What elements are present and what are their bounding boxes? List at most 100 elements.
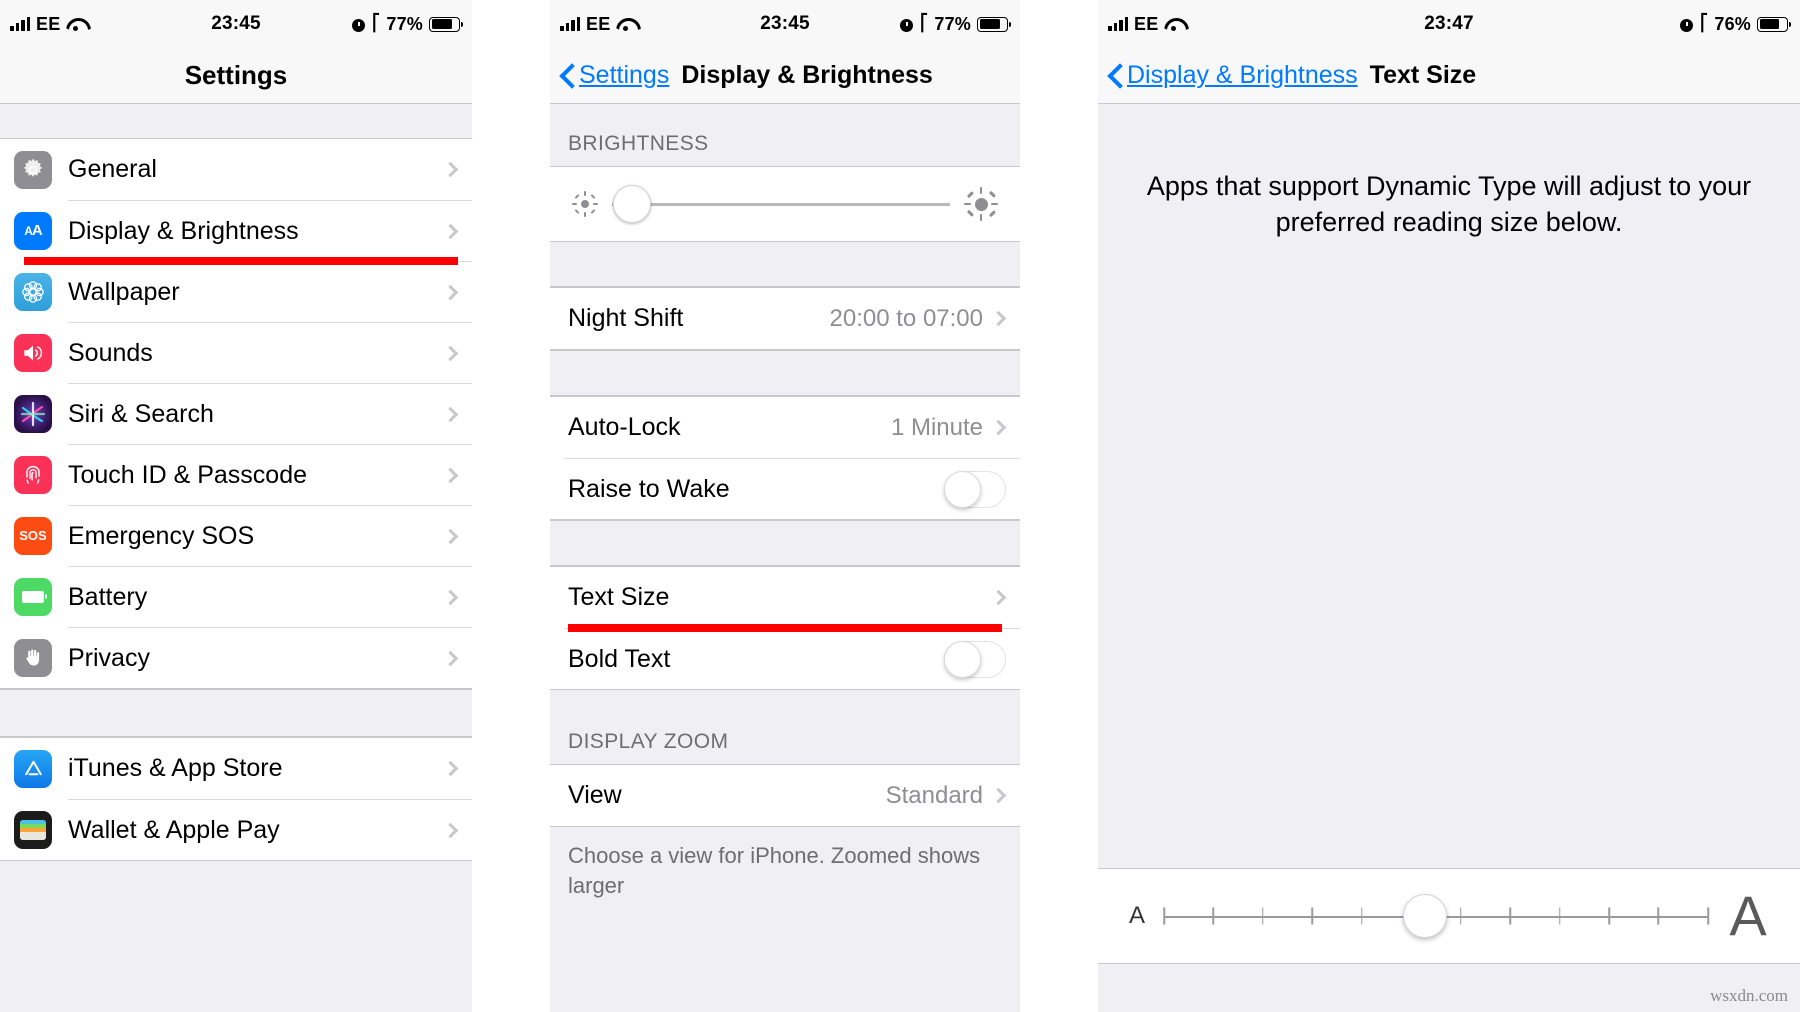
battery-icon (429, 16, 463, 32)
carrier-label: EE (36, 13, 61, 34)
chevron-right-icon (442, 528, 459, 544)
sun-dim-icon (572, 191, 598, 217)
chevron-right-icon (442, 345, 459, 361)
sidebar-item-battery[interactable]: Battery (0, 566, 472, 627)
fingerprint-icon (14, 455, 52, 494)
sidebar-item-label: Wallpaper (68, 277, 180, 306)
row-night-shift[interactable]: Night Shift 20:00 to 07:00 (550, 288, 1020, 349)
status-bar-panel1: EE 23:45 ⎡ 77% (0, 0, 472, 48)
settings-list[interactable]: General AA Display & Brightness Wallpape… (0, 104, 472, 1012)
section-footer-display-zoom: Choose a view for iPhone. Zoomed shows l… (550, 827, 1020, 901)
slider-tick (1459, 907, 1462, 925)
row-content: Wallet & Apple Pay (68, 799, 472, 860)
bluetooth-icon: ⎡ (372, 15, 381, 32)
back-button-settings[interactable]: Settings (560, 61, 669, 90)
back-button-display-brightness[interactable]: Display & Brightness (1108, 61, 1358, 90)
sidebar-item-label: Wallet & Apple Pay (68, 815, 280, 844)
sidebar-item-sounds[interactable]: Sounds (0, 322, 472, 383)
brightness-slider-track[interactable] (612, 185, 950, 223)
row-content: Auto-Lock 1 Minute (564, 397, 1020, 458)
row-bold-text[interactable]: Bold Text (550, 628, 1020, 689)
hand-icon (14, 638, 52, 677)
sidebar-item-display-brightness[interactable]: AA Display & Brightness (0, 200, 472, 265)
raise-to-wake-toggle[interactable] (944, 470, 1006, 508)
panel-display-brightness: EE 23:45 ⎡ 77% Settings Display & Bright… (550, 0, 1020, 1012)
panel-settings: EE 23:45 ⎡ 77% Settings General A A Disp… (0, 0, 472, 1012)
alarm-clock-icon (899, 17, 914, 32)
bluetooth-icon: ⎡ (920, 15, 929, 32)
alarm-clock-icon (1679, 17, 1694, 32)
display-brightness-list[interactable]: BRIGHTNESS Night Shift 20:00 to 07:00 Au… (550, 104, 1020, 1012)
status-left-group: EE (1108, 14, 1183, 35)
row-content: Night Shift 20:00 to 07:00 (564, 288, 1020, 349)
page-title: Display & Brightness (681, 61, 933, 89)
text-group: Text Size Bold Text (550, 566, 1020, 690)
row-value: Standard (885, 781, 983, 809)
slider-tick (1361, 907, 1363, 925)
row-content: General (68, 139, 472, 200)
sidebar-item-wallet-apple-pay[interactable]: Wallet & Apple Pay (0, 799, 472, 860)
nav-left-group: Settings Display & Brightness (560, 61, 933, 90)
panel-gap-2 (1020, 0, 1098, 1012)
text-size-slider-row[interactable]: A A (1098, 868, 1800, 964)
row-content: Sounds (68, 322, 472, 383)
highlight-underline-display-brightness (24, 257, 458, 265)
text-size-slider-track[interactable] (1163, 894, 1709, 938)
wifi-icon (616, 17, 635, 31)
signal-bars-icon (1108, 17, 1128, 31)
row-content: Text Size (564, 567, 1020, 628)
chevron-right-icon (442, 161, 459, 178)
row-view[interactable]: View Standard (550, 765, 1020, 826)
large-a-label: A (1729, 884, 1767, 947)
row-label: Night Shift (568, 304, 684, 332)
row-content: Bold Text (564, 628, 1020, 689)
row-content: Display & Brightness (68, 200, 472, 261)
gear-icon (14, 150, 52, 189)
bottom-fill (1098, 964, 1800, 1012)
row-content: Battery (68, 566, 472, 627)
sidebar-item-touch-id-passcode[interactable]: Touch ID & Passcode (0, 444, 472, 505)
settings-group-primary: General AA Display & Brightness Wallpape… (0, 138, 472, 689)
wallet-icon (14, 810, 52, 849)
list-top-spacer (0, 104, 472, 138)
sidebar-item-label: iTunes & App Store (68, 754, 283, 782)
row-label: Text Size (568, 583, 670, 611)
sidebar-item-wallpaper[interactable]: Wallpaper (0, 261, 472, 322)
chevron-right-icon (442, 223, 459, 239)
watermark-label: wsxdn.com (1710, 986, 1788, 1005)
row-raise-to-wake[interactable]: Raise to Wake (550, 458, 1020, 519)
row-content: Raise to Wake (564, 458, 1020, 519)
sidebar-item-siri-search[interactable]: Siri & Search (0, 383, 472, 444)
text-size-slider-knob[interactable] (1403, 894, 1448, 938)
row-content: Privacy (68, 627, 472, 688)
wifi-icon (1164, 17, 1183, 31)
settings-group-secondary: iTunes & App Store Wallet & Apple Pay (0, 737, 472, 861)
sidebar-item-privacy[interactable]: Privacy (0, 627, 472, 688)
bold-text-toggle[interactable] (944, 640, 1006, 678)
alarm-clock-icon (351, 17, 366, 32)
chevron-right-icon (442, 650, 459, 666)
brightness-slider-row[interactable] (550, 167, 1020, 241)
flower-icon (14, 272, 52, 311)
sidebar-item-itunes-app-store[interactable]: iTunes & App Store (0, 738, 472, 799)
brightness-slider-knob[interactable] (613, 185, 652, 223)
row-value: 1 Minute (890, 413, 983, 441)
list-group-separator (550, 520, 1020, 566)
battery-percent-label: 77% (386, 13, 423, 34)
section-header-display-zoom: DISPLAY ZOOM (550, 690, 1020, 765)
slider-tick (1311, 907, 1314, 925)
sidebar-item-general[interactable]: General (0, 139, 472, 200)
sidebar-item-emergency-sos[interactable]: SOS Emergency SOS (0, 505, 472, 566)
chevron-right-icon (990, 310, 1007, 327)
wifi-icon (66, 17, 85, 31)
slider-tick (1558, 907, 1561, 925)
row-label: Bold Text (568, 644, 671, 673)
sidebar-item-label: Privacy (68, 643, 150, 672)
sidebar-item-label: Battery (68, 582, 148, 611)
nav-left-group: Display & Brightness Text Size (1108, 61, 1476, 90)
row-text-size[interactable]: Text Size (550, 567, 1020, 632)
sidebar-item-label: General (68, 155, 157, 183)
row-auto-lock[interactable]: Auto-Lock 1 Minute (550, 397, 1020, 458)
row-content: Emergency SOS (68, 505, 472, 566)
carrier-label: EE (1134, 13, 1159, 34)
